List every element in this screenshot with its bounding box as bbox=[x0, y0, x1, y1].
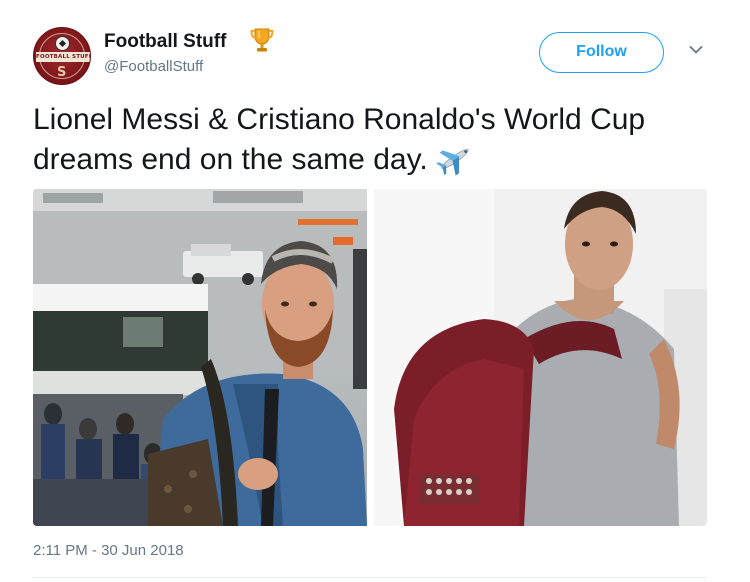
display-name[interactable]: Football Stuff bbox=[104, 31, 226, 53]
photo-messi-image bbox=[33, 189, 367, 526]
user-handle[interactable]: @FootballStuff bbox=[104, 58, 203, 75]
tweet-text-content: Lionel Messi & Cristiano Ronaldo's World… bbox=[33, 103, 646, 176]
chevron-down-icon[interactable] bbox=[689, 45, 703, 55]
follow-button[interactable]: Follow bbox=[539, 32, 664, 73]
avatar[interactable]: FOOTBALL STUFF S bbox=[33, 27, 91, 85]
tweet-media[interactable] bbox=[33, 189, 707, 526]
avatar-glyph: S bbox=[57, 65, 67, 80]
divider bbox=[33, 577, 707, 578]
photo-messi[interactable] bbox=[33, 189, 367, 526]
photo-ronaldo[interactable] bbox=[374, 189, 707, 526]
airplane-icon bbox=[435, 149, 469, 176]
tweet-card: FOOTBALL STUFF S Football Stuff @Footbal… bbox=[0, 0, 750, 582]
tweet-text: Lionel Messi & Cristiano Ronaldo's World… bbox=[33, 100, 693, 180]
tweet-timestamp[interactable]: 2:11 PM - 30 Jun 2018 bbox=[33, 542, 184, 559]
football-icon bbox=[55, 36, 70, 51]
trophy-icon bbox=[250, 28, 274, 52]
avatar-label: FOOTBALL STUFF bbox=[36, 52, 90, 62]
photo-ronaldo-image bbox=[374, 189, 707, 526]
